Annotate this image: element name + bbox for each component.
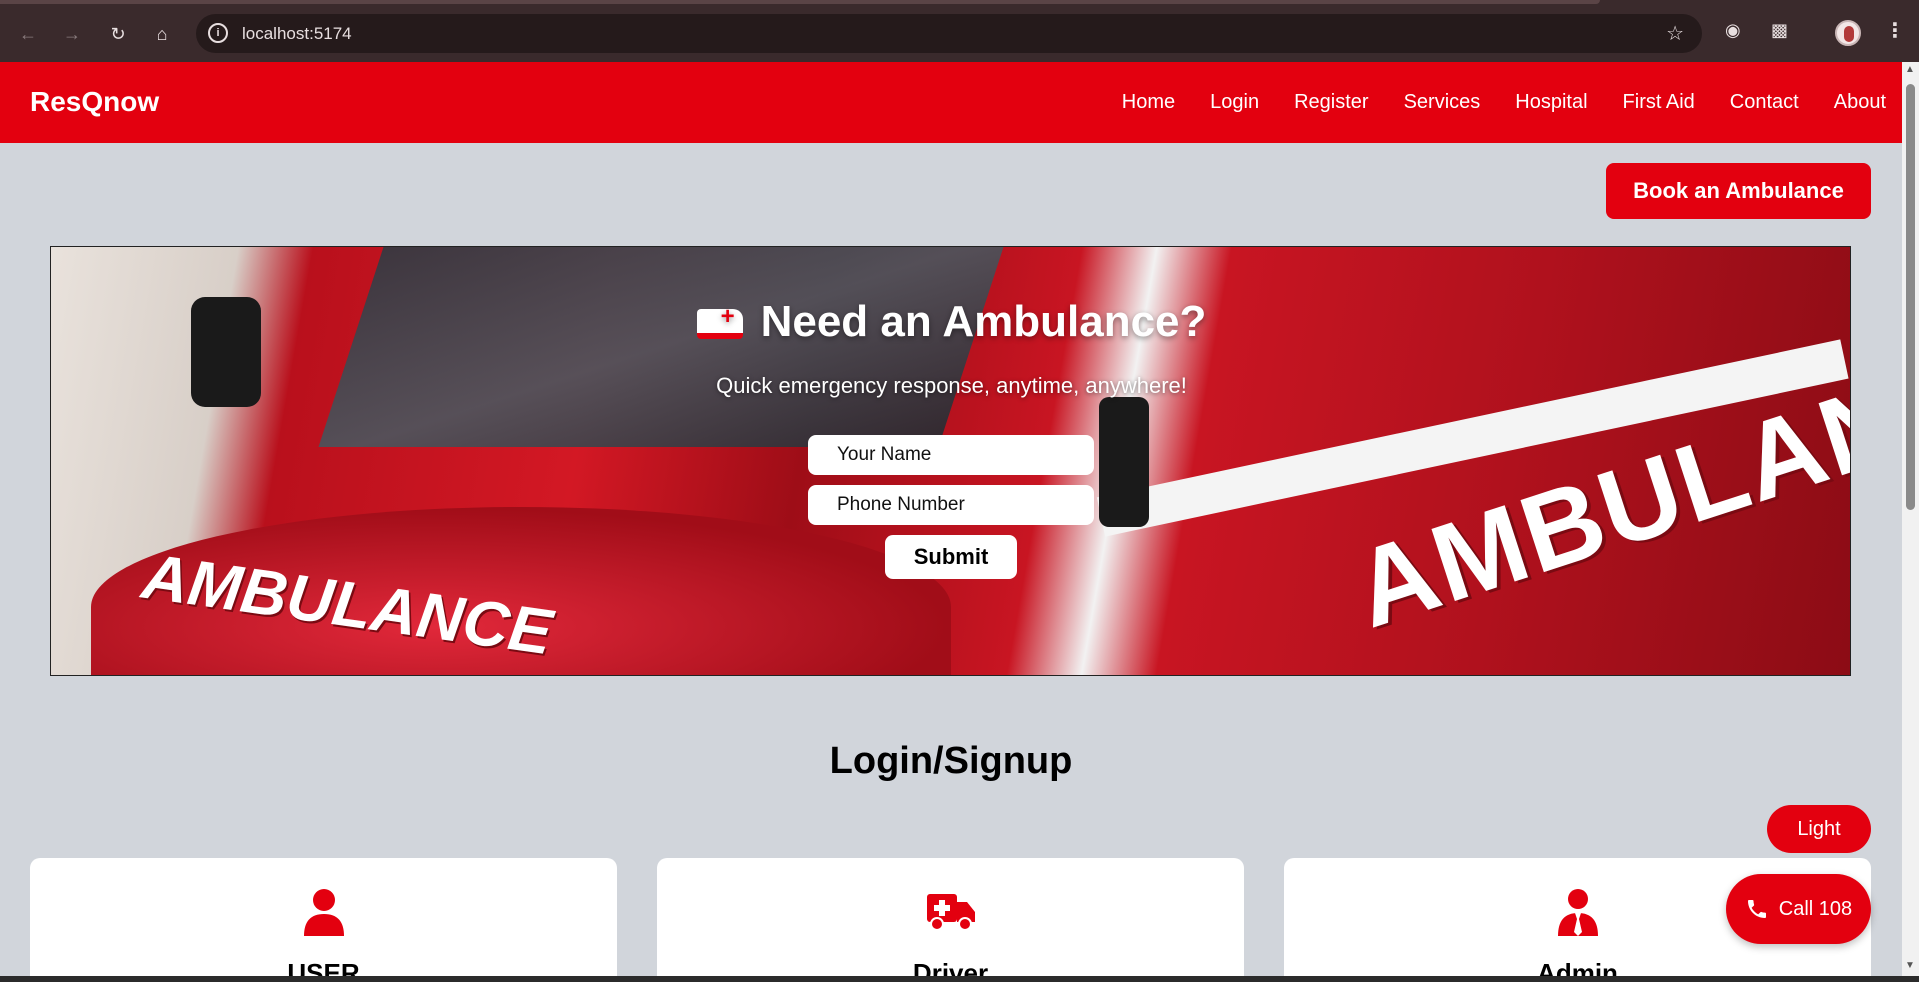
driver-card[interactable]: Driver [657,858,1244,976]
nav-menu: Home Login Register Services Hospital Fi… [1087,91,1886,114]
tab-strip [0,0,1600,4]
reload-icon[interactable]: ↻ [104,20,132,48]
nav-link-about[interactable]: About [1834,91,1886,114]
profile-avatar[interactable] [1835,20,1861,46]
call-button-label: Call 108 [1778,897,1853,920]
admin-card-label: Admin [1537,958,1618,976]
user-card[interactable]: USER [30,858,617,976]
admin-icon [1557,889,1598,936]
nav-link-contact[interactable]: Contact [1730,91,1799,114]
scroll-up-arrow-icon[interactable]: ▲ [1905,64,1915,75]
address-url[interactable]: localhost:5174 [242,24,352,44]
scroll-down-arrow-icon[interactable]: ▼ [1905,960,1915,971]
user-icon [303,889,344,936]
nav-link-login[interactable]: Login [1210,91,1259,114]
hero-title-text: Need an Ambulance? [760,297,1207,346]
forward-icon[interactable]: → [58,20,86,48]
browser-chrome: ← → ↻ ⌂ i localhost:5174 ☆ ◉ ▩ ⋮ [0,0,1919,62]
page: ResQnow Home Login Register Services Hos… [0,62,1902,976]
nav-link-services[interactable]: Services [1404,91,1481,114]
nav-link-first-aid[interactable]: First Aid [1623,91,1695,114]
driver-card-label: Driver [912,958,989,976]
login-section-title: Login/Signup [829,740,1073,782]
site-info-icon[interactable]: i [208,23,228,43]
theme-toggle-button[interactable]: Light [1767,805,1871,853]
hero-subtitle: Quick emergency response, anytime, anywh… [716,373,1187,398]
scrollbar-thumb[interactable] [1906,84,1915,510]
book-ambulance-button[interactable]: Book an Ambulance [1606,163,1871,219]
hero-title: Need an Ambulance? [51,297,1850,347]
ambulance-icon [926,894,975,931]
address-bar[interactable]: i localhost:5174 ☆ [196,14,1702,53]
ambulance-emoji-icon [696,303,743,340]
nav-link-register[interactable]: Register [1294,91,1368,114]
hero-banner: AMBULANCE AMBULANCE Need an Ambulance? Q… [50,246,1851,676]
nav-link-hospital[interactable]: Hospital [1515,91,1587,114]
name-input[interactable] [808,435,1094,475]
window-bottom-edge [0,976,1919,982]
phone-icon [1747,900,1766,918]
back-icon[interactable]: ← [14,20,42,48]
home-icon[interactable]: ⌂ [148,20,176,48]
hero-content: Need an Ambulance? Quick emergency respo… [51,247,1850,675]
bookmark-star-icon[interactable]: ☆ [1666,21,1684,46]
submit-button[interactable]: Submit [885,535,1017,579]
phone-input[interactable] [808,485,1094,525]
translate-icon[interactable]: ◉ [1725,20,1741,41]
page-scrollbar[interactable]: ▲ ▼ [1902,62,1919,976]
user-card-label: USER [287,958,360,976]
browser-menu-icon[interactable]: ⋮ [1885,18,1905,43]
brand-logo[interactable]: ResQnow [30,86,159,118]
top-navbar: ResQnow Home Login Register Services Hos… [0,62,1902,143]
nav-link-home[interactable]: Home [1122,91,1175,114]
extensions-icon[interactable]: ▩ [1771,20,1788,41]
call-108-button[interactable]: Call 108 [1726,874,1871,944]
